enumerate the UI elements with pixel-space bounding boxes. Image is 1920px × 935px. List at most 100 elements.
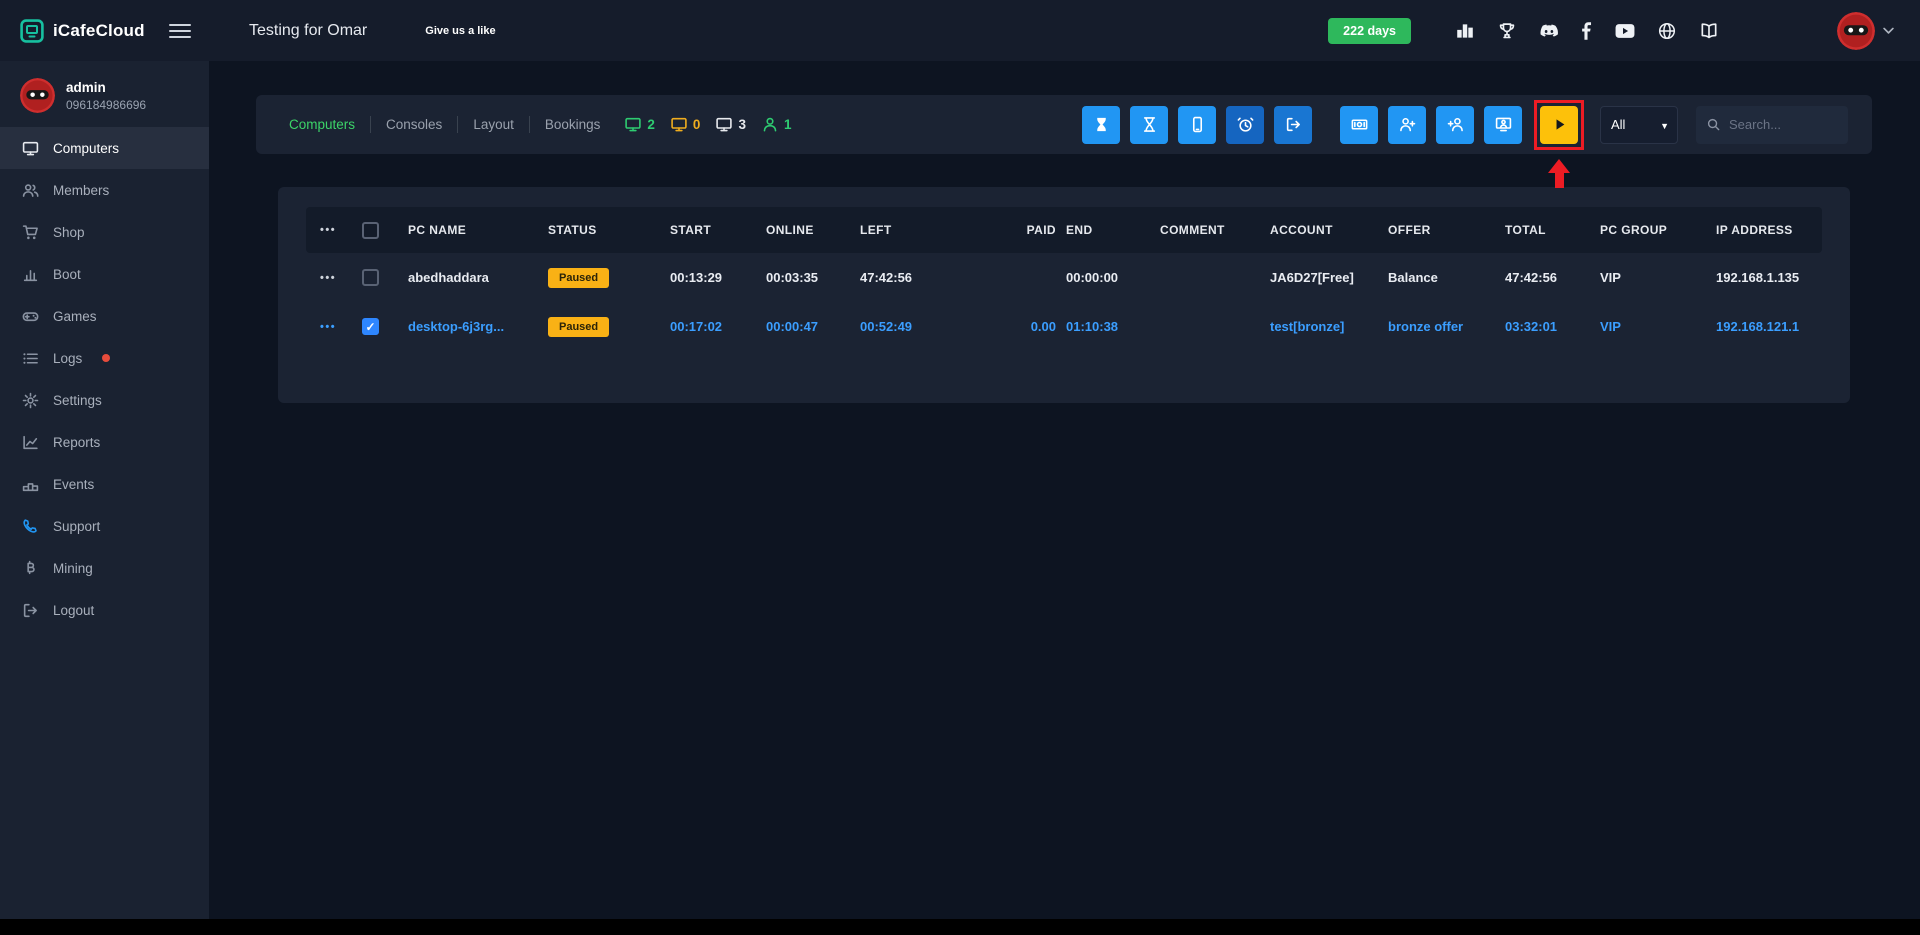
mobile-button[interactable]: [1178, 105, 1216, 144]
tab-divider: [457, 116, 459, 133]
facebook-icon[interactable]: [1581, 21, 1593, 40]
col-ip-address[interactable]: IP ADDRESS: [1716, 223, 1822, 237]
checkout-button[interactable]: [1274, 105, 1312, 144]
cell-end: 01:10:38: [1066, 319, 1119, 334]
tab-bookings[interactable]: Bookings: [545, 117, 601, 132]
col-end[interactable]: END: [1066, 223, 1160, 237]
tab-layout[interactable]: Layout: [473, 117, 514, 132]
youtube-icon[interactable]: [1615, 22, 1635, 40]
cell-start: 00:17:02: [670, 319, 723, 334]
cart-icon: [22, 224, 38, 239]
col-start[interactable]: START: [670, 223, 766, 237]
sidebar-item-logs[interactable]: Logs: [0, 337, 209, 379]
counter-value: 2: [647, 117, 655, 132]
col-pc-name[interactable]: PC NAME: [408, 223, 548, 237]
header-actions-icon[interactable]: •••: [306, 224, 362, 236]
cell-offer: Balance: [1388, 270, 1438, 285]
sidebar-item-games[interactable]: Games: [0, 295, 209, 337]
col-total[interactable]: TOTAL: [1505, 223, 1600, 237]
screenshot-button[interactable]: [1484, 105, 1522, 144]
sidebar-item-mining[interactable]: Mining: [0, 547, 209, 589]
cell-online: 00:00:47: [766, 319, 819, 334]
row-checkbox[interactable]: ✓: [362, 318, 379, 335]
tab-computers[interactable]: Computers: [289, 117, 355, 132]
assign-guest-button[interactable]: [1436, 105, 1474, 144]
search-icon: [1707, 118, 1720, 130]
monitor-icon: [716, 117, 733, 132]
col-offer[interactable]: OFFER: [1388, 223, 1505, 237]
check-icon: ✓: [365, 319, 376, 334]
col-account[interactable]: ACCOUNT: [1270, 223, 1388, 237]
trophy-icon[interactable]: [1497, 22, 1517, 40]
cell-pc-name[interactable]: desktop-6j3rg...: [408, 319, 548, 334]
discord-icon[interactable]: [1539, 22, 1559, 40]
sidebar: admin 096184986696 Computers Members Sho…: [0, 61, 209, 919]
col-paid[interactable]: PAID: [1010, 223, 1066, 237]
monitor-icon: [625, 117, 642, 132]
brand-logo-icon: [20, 18, 44, 43]
pause-time-button[interactable]: [1082, 105, 1120, 144]
sidebar-profile[interactable]: admin 096184986696: [0, 61, 209, 127]
list-icon: [23, 352, 38, 364]
table-row[interactable]: ••• ✓ desktop-6j3rg... Paused 00:17:02 0…: [306, 302, 1822, 351]
play-icon: [1556, 119, 1564, 130]
sidebar-item-support[interactable]: Support: [0, 505, 209, 547]
user-plus-icon: [1399, 117, 1415, 132]
alarm-clock-icon: [1237, 117, 1253, 132]
sidebar-item-label: Games: [53, 308, 97, 324]
cell-ip-address: 192.168.1.135: [1716, 270, 1800, 285]
hourglass-outline-icon: [1143, 117, 1155, 132]
col-left[interactable]: LEFT: [860, 223, 1010, 237]
topbar-right: 222 days: [1328, 11, 1920, 50]
group-filter-wrap: All ▼: [1600, 105, 1678, 144]
mobile-icon: [1192, 116, 1202, 133]
row-actions-icon[interactable]: •••: [306, 321, 362, 333]
counter-members-online: 1: [761, 116, 791, 133]
sidebar-item-settings[interactable]: Settings: [0, 379, 209, 421]
cell-pc-name[interactable]: abedhaddara: [408, 270, 548, 285]
cell-account: test[bronze]: [1270, 319, 1345, 334]
annotation-arrow-up: [1548, 158, 1570, 188]
user-menu[interactable]: [1837, 11, 1894, 50]
book-icon[interactable]: [1699, 22, 1719, 40]
counter-pcs-total: 3: [715, 116, 746, 133]
row-actions-icon[interactable]: •••: [306, 272, 362, 284]
sidebar-item-shop[interactable]: Shop: [0, 211, 209, 253]
tab-consoles[interactable]: Consoles: [386, 117, 442, 132]
give-us-a-like-link[interactable]: Give us a like: [425, 25, 495, 37]
assign-member-button[interactable]: [1388, 105, 1426, 144]
resume-time-button[interactable]: [1130, 105, 1168, 144]
globe-icon[interactable]: [1657, 22, 1677, 40]
select-all-checkbox[interactable]: [362, 221, 379, 239]
counter-pcs-warning: 0: [670, 116, 700, 133]
hamburger-menu-icon[interactable]: [169, 23, 191, 38]
group-filter-select[interactable]: All: [1600, 105, 1678, 144]
col-pc-group[interactable]: PC GROUP: [1600, 223, 1716, 237]
col-online[interactable]: ONLINE: [766, 223, 860, 237]
col-status[interactable]: STATUS: [548, 223, 670, 237]
computers-toolbar: Computers Consoles Layout Bookings 2 0 3: [256, 95, 1872, 188]
row-checkbox[interactable]: [362, 269, 379, 286]
sidebar-item-members[interactable]: Members: [0, 169, 209, 211]
stats-icon[interactable]: [1455, 22, 1475, 40]
status-badge: Paused: [548, 267, 610, 288]
status-badge: Paused: [548, 316, 610, 337]
sidebar-item-boot[interactable]: Boot: [0, 253, 209, 295]
monitor-icon: [22, 141, 39, 155]
start-session-button[interactable]: [1540, 105, 1578, 144]
profile-name: admin: [66, 79, 106, 95]
brand-area: iCafeCloud: [0, 0, 209, 61]
hourglass-filled-icon: [1096, 117, 1106, 132]
license-days-badge[interactable]: 222 days: [1328, 17, 1411, 44]
col-comment[interactable]: COMMENT: [1160, 223, 1270, 237]
user-avatar: [1837, 11, 1875, 50]
table-row[interactable]: ••• abedhaddara Paused 00:13:29 00:03:35…: [306, 253, 1822, 302]
cash-payment-button[interactable]: [1340, 105, 1378, 144]
sidebar-item-reports[interactable]: Reports: [0, 421, 209, 463]
sidebar-item-events[interactable]: Events: [0, 463, 209, 505]
brand[interactable]: iCafeCloud: [20, 18, 145, 43]
sidebar-item-logout[interactable]: Logout: [0, 589, 209, 631]
chevron-down-icon: [1883, 27, 1894, 34]
alarm-button[interactable]: [1226, 105, 1264, 144]
sidebar-item-computers[interactable]: Computers: [0, 127, 209, 169]
